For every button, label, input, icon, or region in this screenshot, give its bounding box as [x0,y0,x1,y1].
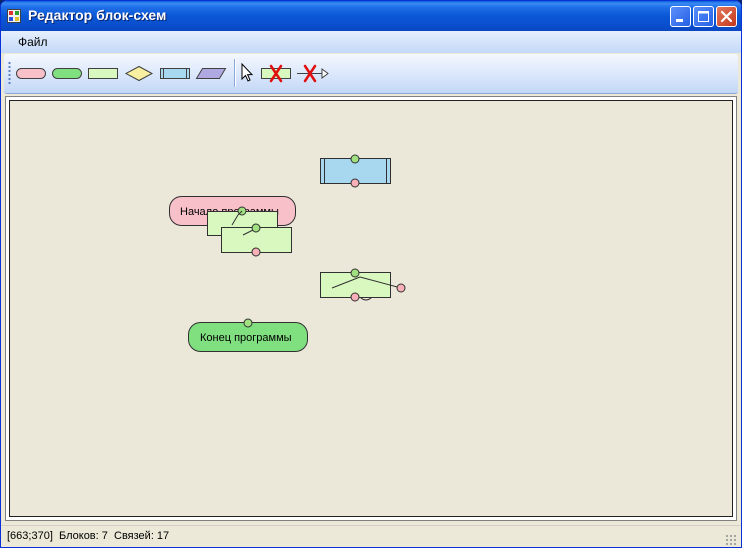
delete-block-tool[interactable] [260,62,292,84]
minimize-button[interactable] [670,6,691,27]
connector-in[interactable] [350,268,360,278]
delete-link-icon [297,64,329,83]
status-text: [663;370] Блоков: 7 Связей: 17 [7,530,169,542]
action-block-tool[interactable] [87,62,119,84]
select-tool[interactable] [238,62,256,84]
io-block-tool[interactable] [195,62,227,84]
block-end[interactable]: Конец программы [188,318,308,352]
status-blocks: Блоков: 7 [59,530,108,542]
condition-block-tool[interactable] [123,62,155,84]
canvas-frame: Начало программы [5,96,737,521]
block-end-label: Конец программы [200,332,292,344]
close-icon [720,10,733,23]
cursor-arrow-icon [241,62,254,82]
window-title: Редактор блок-схем [28,7,167,23]
connector-in[interactable] [350,154,360,164]
delete-link-tool[interactable] [296,62,329,84]
resize-grip[interactable] [725,534,737,546]
toolbar-separator [234,59,236,87]
status-bar: [663;370] Блоков: 7 Связей: 17 [1,525,741,547]
connector-out[interactable] [350,292,360,302]
diagram-svg[interactable]: Начало программы [10,101,732,516]
end-block-tool[interactable] [51,62,83,84]
main-window: Редактор блок-схем Файл Начало Конец про… [0,0,742,548]
subroutine-block-tool[interactable] [159,62,191,84]
diagram-canvas[interactable]: Начало программы [9,100,733,517]
block-action-2[interactable] [221,223,292,257]
condition-block-icon [124,65,154,82]
status-links: Связей: 17 [114,530,170,542]
maximize-button[interactable] [693,6,714,27]
connector-out[interactable] [396,283,406,293]
toolbar [4,54,738,94]
menu-bar: Файл [1,31,741,53]
delete-block-icon [261,64,291,83]
title-bar[interactable]: Редактор блок-схем [1,1,741,31]
end-block-icon [52,68,82,79]
status-cursor: [663;370] [7,530,53,542]
connector-out[interactable] [251,247,261,257]
app-icon [7,9,21,23]
connector-out[interactable] [350,178,360,188]
io-block-icon [195,68,227,79]
start-block-tool[interactable] [15,62,47,84]
block-subroutine[interactable] [320,154,391,188]
toolbar-grip[interactable] [8,61,11,85]
minimize-icon [676,19,683,22]
menu-file[interactable]: Файл [12,34,54,50]
maximize-icon [698,11,709,22]
connector-in[interactable] [243,318,253,328]
start-block-icon [16,68,46,79]
block-action-3[interactable] [320,268,406,302]
close-button[interactable] [716,6,737,27]
action-block-icon [88,68,118,79]
connector-in[interactable] [251,223,261,233]
subroutine-block-icon [160,68,190,79]
